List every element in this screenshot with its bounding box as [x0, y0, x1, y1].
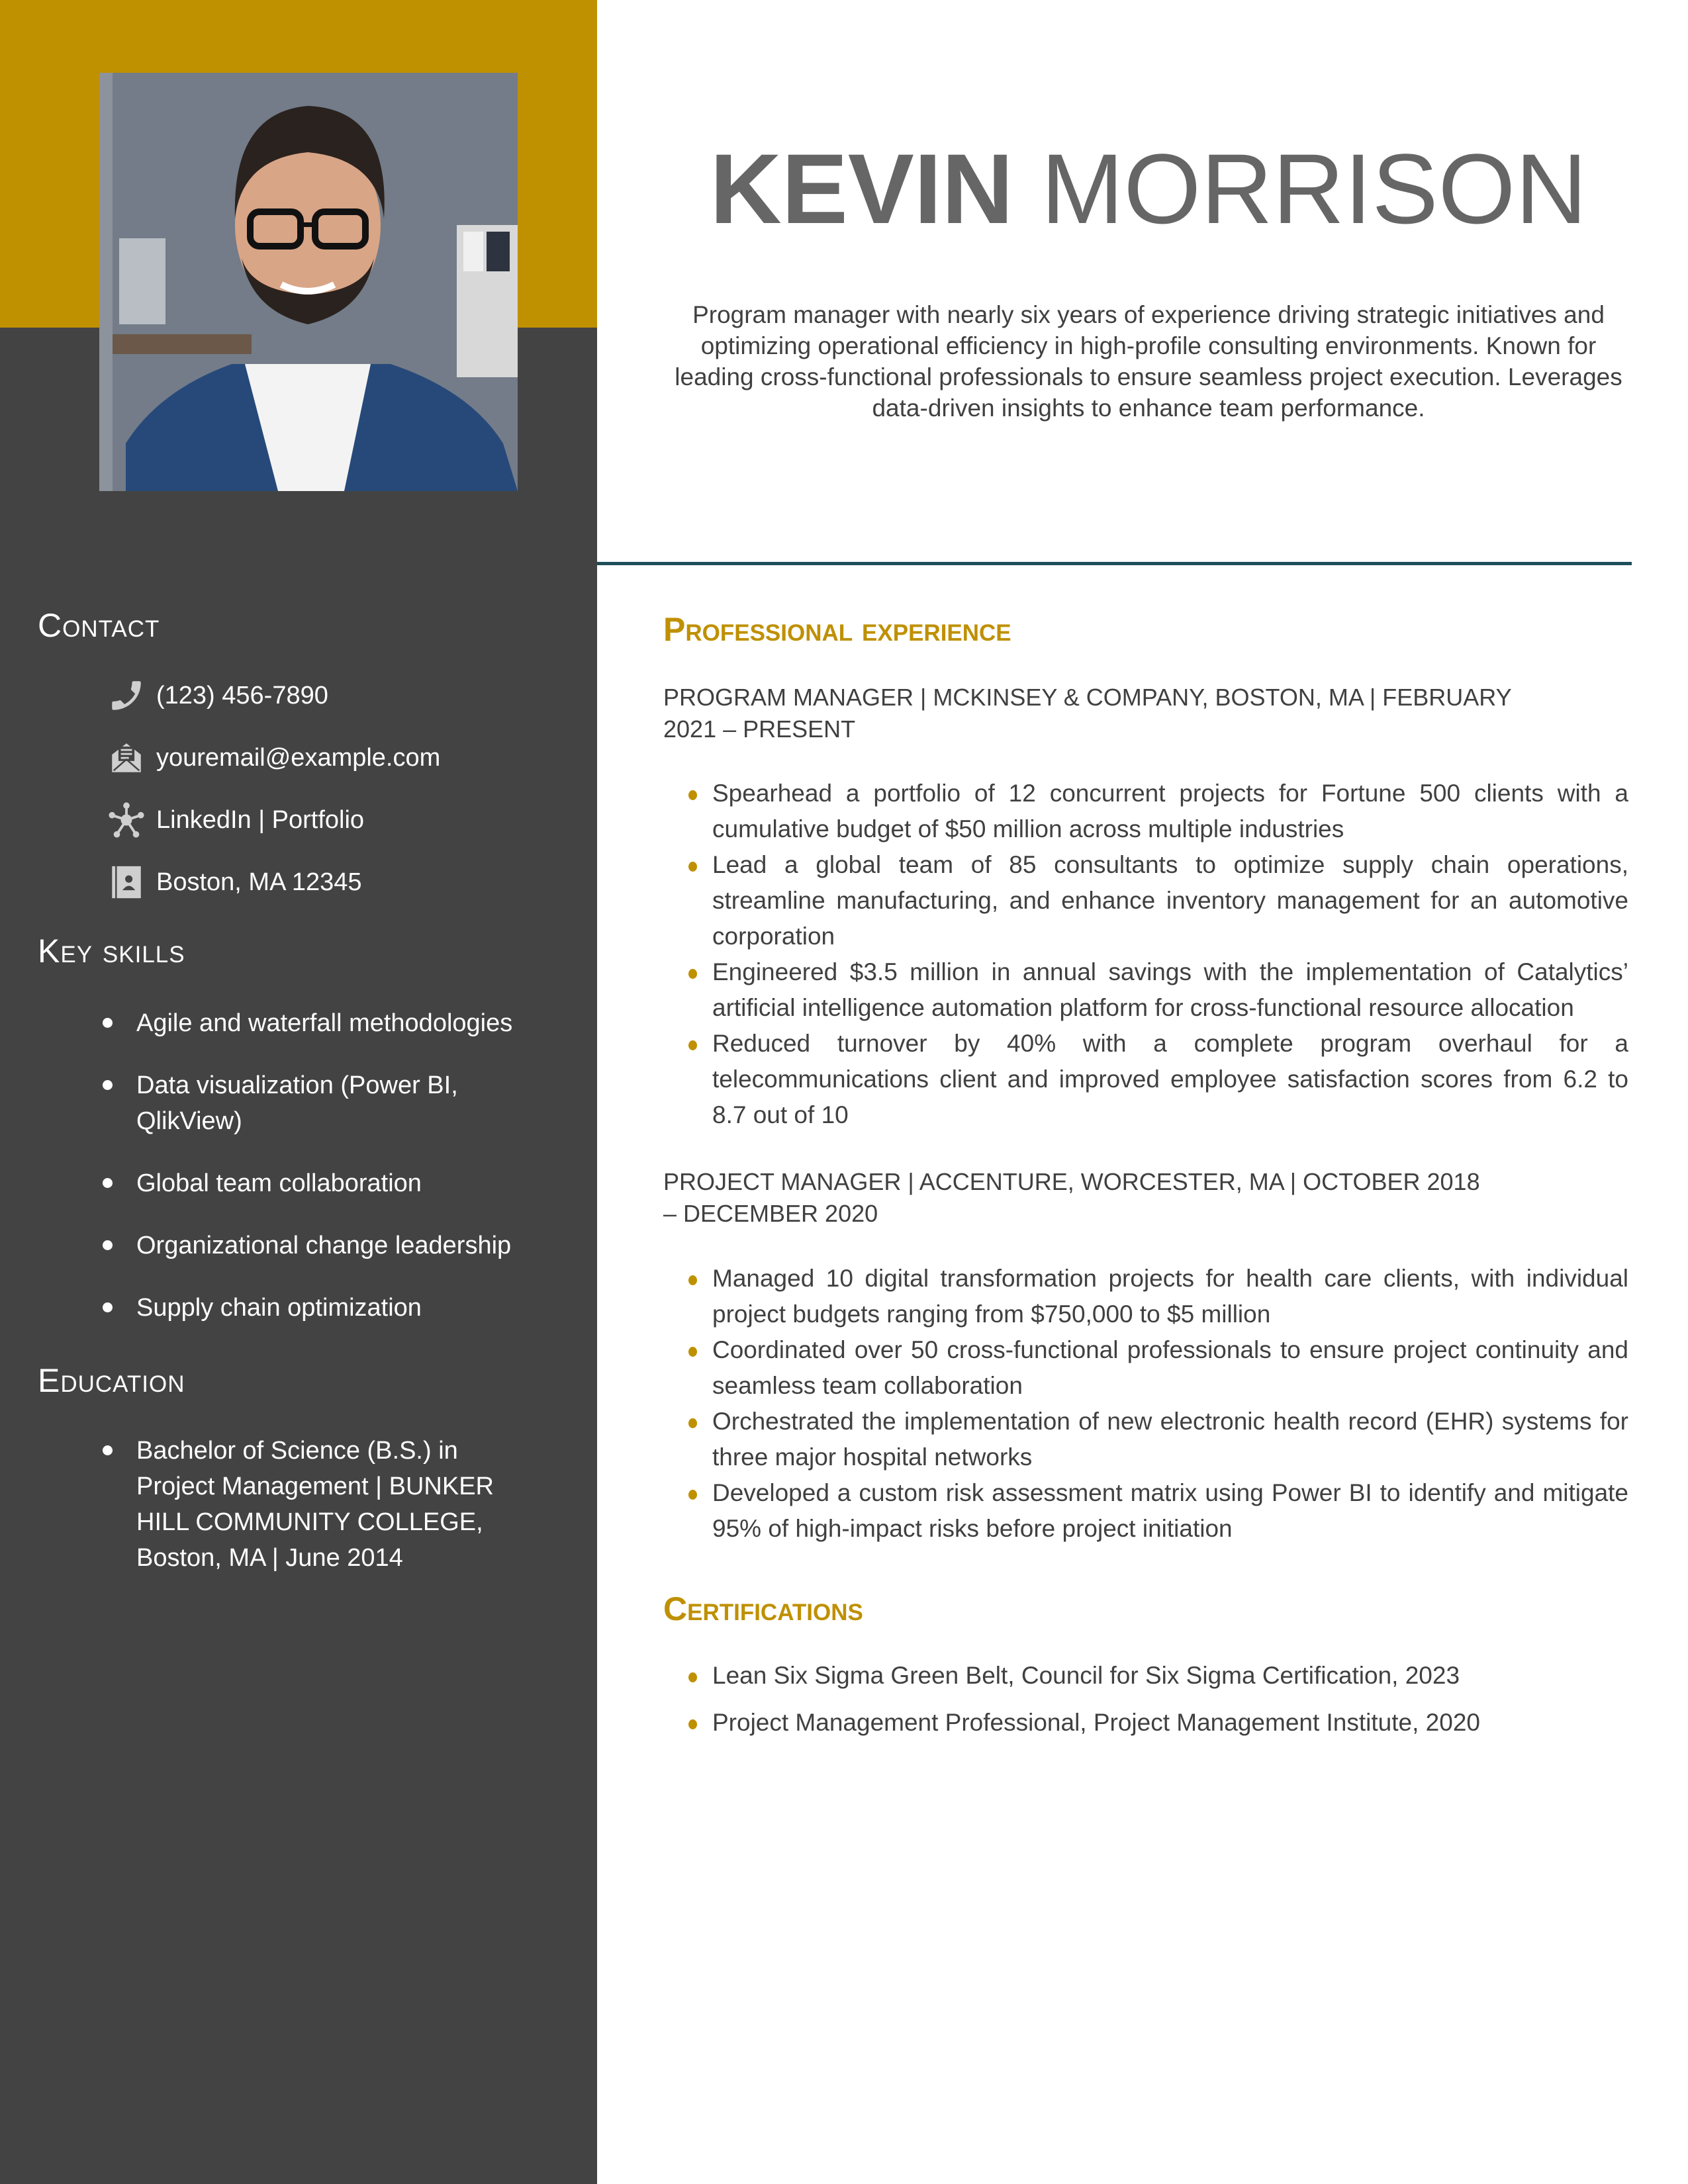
- skills-list: Agile and waterfall methodologies Data v…: [99, 1005, 536, 1326]
- bullet-icon: [688, 790, 697, 800]
- phone-icon: [106, 675, 147, 716]
- bullet-icon: [103, 1018, 113, 1028]
- contact-phone[interactable]: (123) 456-7890: [106, 675, 328, 716]
- contact-address: Boston, MA 12345: [106, 862, 362, 903]
- bullet-icon: [103, 1302, 113, 1312]
- email-icon: [106, 737, 147, 778]
- bullet-icon: [688, 1275, 697, 1285]
- last-name: MORRISON: [1041, 133, 1587, 244]
- bullet-icon: [688, 1347, 697, 1357]
- header-divider: [597, 562, 1632, 565]
- skill-item: Data visualization (Power BI, QlikView): [99, 1068, 481, 1139]
- bullet-icon: [103, 1240, 113, 1250]
- job-bullet: Lead a global team of 85 consultants to …: [688, 847, 1628, 954]
- job-title: PROGRAM MANAGER | MCKINSEY & COMPANY, BO…: [663, 684, 1511, 743]
- skill-item: Agile and waterfall methodologies: [99, 1005, 536, 1041]
- certifications-heading: Certifications: [663, 1590, 863, 1627]
- education-heading: Education: [38, 1362, 185, 1399]
- job-title: PROJECT MANAGER | ACCENTURE, WORCESTER, …: [663, 1168, 1480, 1227]
- contact-links[interactable]: LinkedIn | Portfolio: [106, 799, 364, 841]
- bullet-icon: [103, 1445, 113, 1455]
- bullet-icon: [688, 862, 697, 872]
- contact-email[interactable]: youremail@example.com: [106, 737, 440, 778]
- contact-links-text: LinkedIn | Portfolio: [156, 805, 365, 834]
- skills-heading: Key skills: [38, 933, 185, 970]
- skill-item: Organizational change leadership: [99, 1228, 536, 1263]
- job-bullet: Coordinated over 50 cross-functional pro…: [688, 1332, 1628, 1404]
- contact-phone-text: (123) 456-7890: [156, 681, 328, 709]
- certifications-list: Lean Six Sigma Green Belt, Council for S…: [688, 1658, 1628, 1752]
- bullet-icon: [688, 1719, 697, 1729]
- job-bullet: Developed a custom risk assessment matri…: [688, 1475, 1628, 1547]
- skill-item: Supply chain optimization: [99, 1290, 536, 1326]
- job-bullet: Reduced turnover by 40% with a complete …: [688, 1026, 1628, 1133]
- contact-address-text: Boston, MA 12345: [156, 868, 362, 896]
- skill-item: Global team collaboration: [99, 1165, 536, 1201]
- contact-heading: Contact: [38, 607, 160, 644]
- network-icon: [106, 799, 147, 841]
- contact-card-icon: [106, 862, 147, 903]
- certification-item: Lean Six Sigma Green Belt, Council for S…: [688, 1658, 1628, 1694]
- bullet-icon: [688, 969, 697, 979]
- profile-photo: [99, 73, 518, 491]
- job-bullets: Spearhead a portfolio of 12 concurrent p…: [688, 776, 1628, 1133]
- bullet-icon: [688, 1672, 697, 1682]
- job-bullet: Engineered $3.5 million in annual saving…: [688, 954, 1628, 1026]
- contact-email-text: youremail@example.com: [156, 743, 441, 772]
- bullet-icon: [688, 1040, 697, 1050]
- bullet-icon: [103, 1178, 113, 1188]
- summary-text: Program manager with nearly six years of…: [675, 301, 1622, 422]
- job-bullet: Managed 10 digital transformation projec…: [688, 1261, 1628, 1332]
- candidate-name: KEVIN MORRISON: [662, 132, 1635, 245]
- certification-item: Project Management Professional, Project…: [688, 1705, 1628, 1741]
- education-list: Bachelor of Science (B.S.) in Project Ma…: [99, 1433, 536, 1576]
- job-bullets: Managed 10 digital transformation projec…: [688, 1261, 1628, 1547]
- job-bullet: Spearhead a portfolio of 12 concurrent p…: [688, 776, 1628, 847]
- bullet-icon: [688, 1418, 697, 1428]
- education-item: Bachelor of Science (B.S.) in Project Ma…: [99, 1433, 527, 1576]
- first-name: KEVIN: [710, 133, 1013, 244]
- bullet-icon: [688, 1490, 697, 1500]
- experience-heading: Professional experience: [663, 611, 1011, 648]
- bullet-icon: [103, 1080, 113, 1090]
- job-bullet: Orchestrated the implementation of new e…: [688, 1404, 1628, 1475]
